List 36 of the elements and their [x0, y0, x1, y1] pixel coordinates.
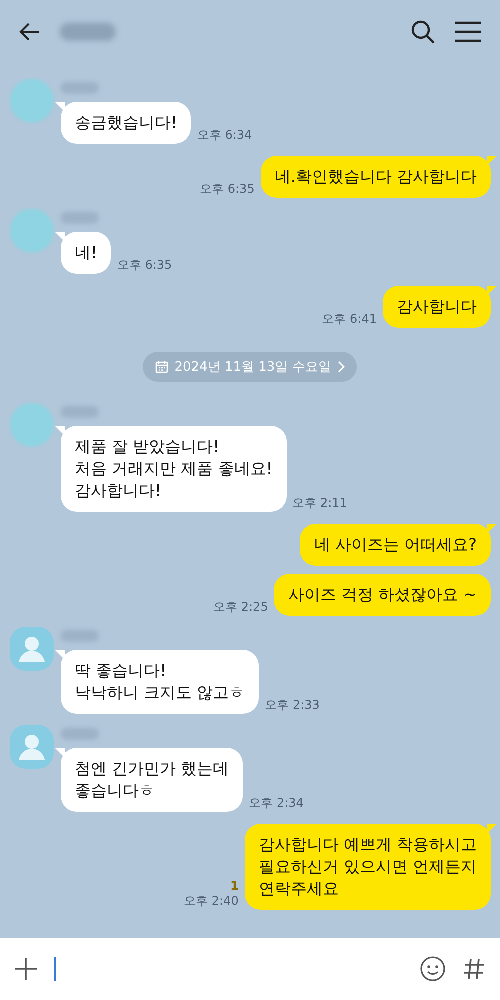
- bubble-tail: [487, 156, 497, 166]
- bubble-tail: [55, 232, 65, 242]
- plus-icon[interactable]: [14, 957, 38, 981]
- bubble-tail: [487, 286, 497, 296]
- text-cursor: [54, 957, 56, 981]
- message-time: 오후 6:35: [117, 257, 172, 274]
- search-icon[interactable]: [410, 19, 436, 45]
- blurred-title: [60, 23, 116, 41]
- bubble-tail: [487, 524, 497, 534]
- bubble-tail: [55, 748, 65, 758]
- bubble-tail: [55, 650, 65, 660]
- menu-icon[interactable]: [454, 20, 482, 44]
- chevron-right-icon: [337, 361, 346, 373]
- avatar-icon: [9, 724, 55, 770]
- message-time: 오후 6:34: [197, 127, 252, 144]
- emoji-icon[interactable]: [420, 956, 446, 982]
- calendar-icon: [154, 360, 169, 374]
- message-time: 오후 2:25: [214, 599, 268, 616]
- avatar-icon: [9, 78, 55, 124]
- date-divider[interactable]: 2024년 11월 13일 수요일: [142, 352, 358, 382]
- avatar-icon: [9, 208, 55, 254]
- message-time: 오후 2:40: [184, 893, 239, 910]
- message-time: 오후 2:11: [292, 495, 348, 512]
- unread-count: 1: [230, 879, 239, 893]
- message-time: 오후 6:41: [322, 311, 377, 328]
- hashtag-icon[interactable]: [462, 957, 486, 981]
- avatar-icon: [9, 626, 55, 672]
- date-label: 2024년 11월 13일 수요일: [174, 359, 332, 376]
- message-time: 오후 2:33: [265, 697, 320, 714]
- message-bubble: 사이즈 걱정 하셨잖아요 ~: [274, 574, 491, 616]
- message-time: 오후 6:35: [200, 181, 255, 198]
- bubble-tail: [487, 824, 497, 834]
- avatar-icon: [9, 402, 55, 448]
- message-time: 오후 2:34: [249, 795, 304, 812]
- bubble-tail: [55, 102, 65, 112]
- bubble-tail: [55, 426, 65, 436]
